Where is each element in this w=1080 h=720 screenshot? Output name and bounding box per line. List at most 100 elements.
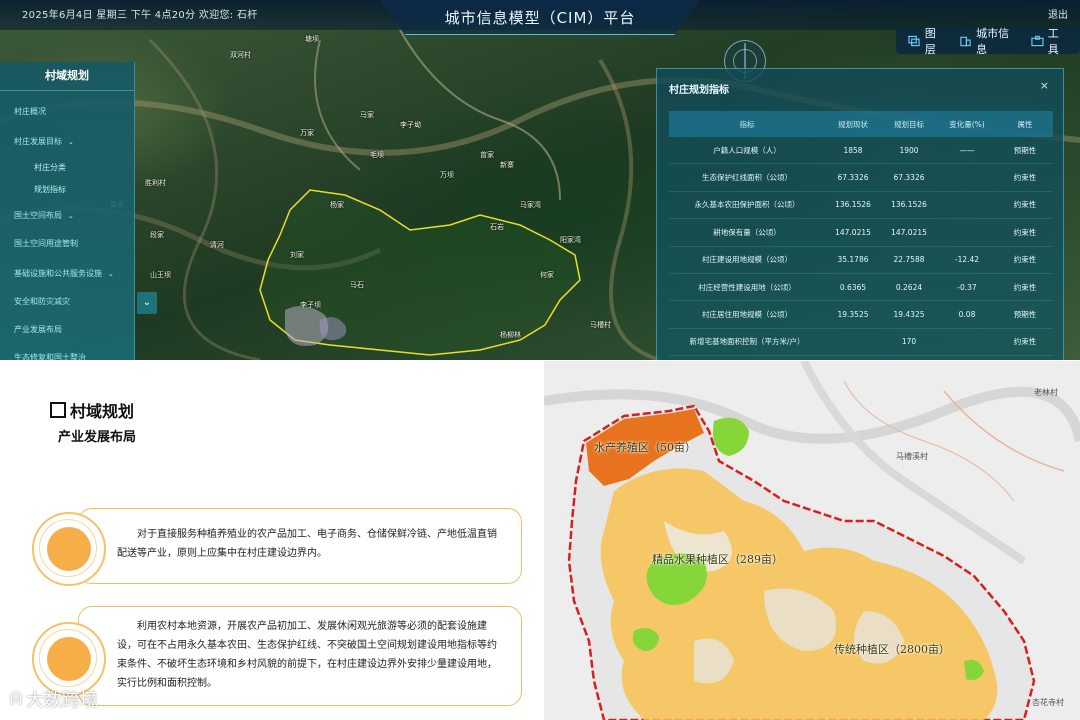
place-label: 清河 bbox=[210, 241, 224, 249]
table-cell: 80 bbox=[825, 355, 881, 360]
sidebar-item[interactable]: 基础设施和公共服务设施 ⌄ bbox=[14, 268, 114, 279]
table-row: 村庄建设用地规模（公顷） 35.1786 22.7588 -12.42 约束性 bbox=[669, 246, 1053, 274]
table-cell: 耕地保有量（公顷） bbox=[669, 218, 825, 247]
checkbox-square-icon bbox=[50, 402, 66, 418]
sidebar-item[interactable]: 规划指标 bbox=[34, 184, 66, 195]
table-cell: 预期性 bbox=[997, 137, 1053, 165]
zone-label-fruit: 精品水果种植区（289亩） bbox=[652, 553, 783, 566]
industry-zone-map[interactable]: 水产养殖区（50亩） 精品水果种植区（289亩） 传统种植区（2800亩） 老林… bbox=[544, 361, 1080, 720]
chevron-down-icon[interactable]: ⌄ bbox=[137, 292, 157, 314]
place-label: 李子坳 bbox=[400, 121, 421, 129]
paragraph-card-2: 利用农村本地资源，开展农产品初加工、发展休闲观光旅游等必须的配套设施建设，可在不… bbox=[78, 606, 522, 706]
place-label: 杨柳林 bbox=[500, 331, 521, 339]
sidebar-item[interactable]: 安全和防灾减灾 bbox=[14, 296, 70, 307]
sidebar-item[interactable]: 村庄概况 bbox=[14, 106, 46, 117]
layers-button[interactable]: 图层 bbox=[904, 25, 949, 57]
watermark-logo-icon: ᕱ bbox=[10, 689, 22, 708]
table-cell: 村庄居住用地规模（公顷） bbox=[669, 300, 825, 329]
sidebar-item[interactable]: 国土空间布局 ⌄ bbox=[14, 210, 74, 221]
sidebar-item-label: 规划指标 bbox=[34, 185, 66, 194]
section-heading: 村域规划 bbox=[50, 398, 134, 422]
bullet-circle-icon bbox=[32, 622, 106, 696]
table-cell: 0.2624 bbox=[881, 273, 937, 302]
paragraph-1: 对于直接服务种植养殖业的农产品加工、电子商务、仓储保鲜冷链、产地低温直销配送等产… bbox=[117, 529, 497, 559]
sidebar-item-label: 村庄发展目标 bbox=[14, 137, 62, 146]
sidebar-item[interactable]: 国土空间用途管制 bbox=[14, 238, 78, 249]
table-row: 户籍人口规模（人） 1858 1900 —— 预期性 bbox=[669, 137, 1053, 165]
place-label: 刘家 bbox=[290, 251, 304, 259]
sidebar-item[interactable]: 生态修复和国土整治 bbox=[14, 352, 86, 360]
column-header: 属性 bbox=[997, 111, 1053, 137]
paragraph-2: 利用农村本地资源，开展农产品初加工、发展休闲观光旅游等必须的配套设施建设，可在不… bbox=[117, 621, 497, 689]
table-cell bbox=[937, 218, 997, 247]
table-cell: 22.7588 bbox=[881, 246, 937, 274]
table-row: 生态保护红线面积（公顷） 67.3326 67.3326 约束性 bbox=[669, 163, 1053, 192]
place-label: 新寨 bbox=[500, 161, 514, 169]
table-cell: -0.37 bbox=[937, 273, 997, 302]
table-cell: 约束性 bbox=[997, 218, 1053, 247]
village-label: 马槽溪村 bbox=[896, 452, 928, 461]
logout-link[interactable]: 退出 bbox=[1048, 6, 1068, 21]
indicator-table: 指标 规划现状 规划目标 变化量(%) 属性 户籍人口规模（人） 1858 1900 —— 预期… bbox=[669, 111, 1053, 360]
layers-label: 图层 bbox=[924, 27, 936, 56]
sidebar-item[interactable]: 村庄分类 bbox=[34, 162, 66, 173]
tools-button[interactable]: 工具 bbox=[1027, 25, 1072, 57]
sidebar-item-label: 村庄概况 bbox=[14, 107, 46, 116]
place-label: 何家 bbox=[540, 271, 554, 279]
table-cell bbox=[937, 191, 997, 220]
place-label: 马石 bbox=[350, 281, 364, 289]
chevron-down-icon[interactable]: ⌄ bbox=[108, 270, 114, 278]
table-row: 永久基本农田保护面积（公顷） 136.1526 136.1526 约束性 bbox=[669, 191, 1053, 220]
heading-text: 村域规划 bbox=[70, 402, 135, 421]
map-toolbar: 图层 城市信息 工具 bbox=[896, 25, 1080, 57]
table-cell: 136.1526 bbox=[881, 191, 937, 220]
datetime-greeting: 2025年6月4日 星期三 下午 4点20分 欢迎您: 石杆 bbox=[22, 10, 258, 21]
table-cell: 0.08 bbox=[937, 300, 997, 329]
sidebar-item-label: 产业发展布局 bbox=[14, 325, 62, 334]
column-header: 指标 bbox=[669, 111, 825, 137]
village-label: 杏花寺村 bbox=[1032, 698, 1064, 707]
table-cell: 19.4325 bbox=[881, 300, 937, 329]
sidebar-item-label: 国土空间用途管制 bbox=[14, 239, 78, 248]
table-cell: 约束性 bbox=[997, 246, 1053, 274]
table-cell: 100 bbox=[881, 355, 937, 360]
place-label: 杨家 bbox=[330, 201, 344, 209]
bullet-circle-icon bbox=[32, 512, 106, 586]
city-info-button[interactable]: 城市信息 bbox=[955, 25, 1021, 57]
table-cell: 147.0215 bbox=[825, 218, 881, 247]
panel-title: 村庄规划指标 bbox=[669, 85, 729, 96]
table-body: 户籍人口规模（人） 1858 1900 —— 预期性 生态保护红线面积（公顷） 67.332… bbox=[669, 137, 1053, 360]
table-cell: 19.3525 bbox=[825, 300, 881, 329]
village-label: 老林村 bbox=[1034, 388, 1058, 397]
chevron-down-icon[interactable]: ⌄ bbox=[68, 138, 74, 146]
place-label: 马家 bbox=[360, 111, 374, 119]
chevron-down-icon[interactable]: ⌄ bbox=[68, 212, 74, 220]
sidebar-item-label: 安全和防灾减灾 bbox=[14, 297, 70, 306]
table-header-row: 指标 规划现状 规划目标 变化量(%) 属性 bbox=[669, 111, 1053, 137]
place-label: 万坝 bbox=[440, 171, 454, 179]
place-label: 毛坝 bbox=[370, 151, 384, 159]
sidebar-item[interactable]: 产业发展布局 bbox=[14, 324, 62, 335]
table-cell: 生态保护红线面积（公顷） bbox=[669, 163, 825, 192]
table-cell: 预期性 bbox=[997, 355, 1053, 360]
place-label: 马家湾 bbox=[520, 201, 541, 209]
sidebar-item-label: 村庄分类 bbox=[34, 163, 66, 172]
sidebar-item[interactable]: 村庄发展目标 ⌄ bbox=[14, 136, 74, 147]
place-label: 山王坝 bbox=[150, 271, 171, 279]
place-label: 石岩 bbox=[490, 223, 504, 231]
close-icon[interactable]: × bbox=[1040, 79, 1049, 92]
table-cell: —— bbox=[937, 137, 997, 165]
sidebar-title: 村域规划 bbox=[0, 62, 134, 91]
watermark-text: 大数跨境 bbox=[25, 690, 98, 711]
column-header: 变化量(%) bbox=[937, 111, 997, 137]
place-label: 塘坝 bbox=[305, 35, 319, 43]
indicator-panel: 村庄规划指标 × 指标 规划现状 规划目标 变化量(%) 属性 户籍人口规模（人） 185… bbox=[656, 68, 1064, 360]
table-row: 新增宅基地面积控制（平方米/户） 170 约束性 bbox=[669, 328, 1053, 357]
city-info-label: 城市信息 bbox=[976, 27, 1010, 56]
table-row: 耕地保有量（公顷） 147.0215 147.0215 约束性 bbox=[669, 218, 1053, 247]
title-banner: 城市信息模型（CIM）平台 bbox=[380, 0, 700, 35]
table-cell: 村庄建设用地规模（公顷） bbox=[669, 246, 825, 274]
table-cell: 约束性 bbox=[997, 163, 1053, 192]
table-cell bbox=[937, 328, 997, 357]
place-label: 李子坝 bbox=[300, 301, 321, 309]
